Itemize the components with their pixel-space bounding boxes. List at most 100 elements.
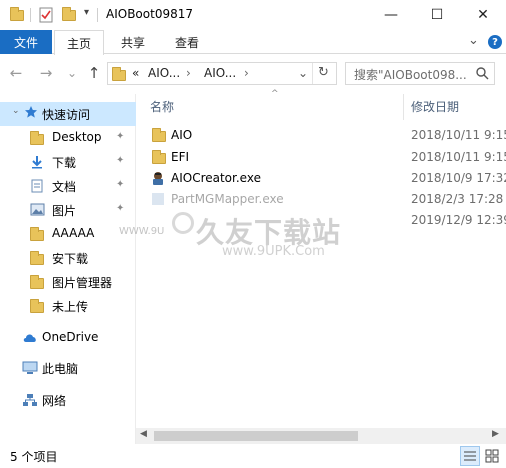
column-header-name[interactable]: 名称 xyxy=(150,98,174,115)
file-date: 2018/10/11 9:15 xyxy=(411,128,506,142)
breadcrumb-segment[interactable]: AIO... xyxy=(204,66,236,80)
chevron-down-icon[interactable]: ⌄ xyxy=(12,106,20,116)
title-separator xyxy=(97,8,98,22)
tab-share[interactable]: 共享 xyxy=(108,30,158,54)
sidebar-item-label: 此电脑 xyxy=(42,362,79,376)
column-separator[interactable] xyxy=(403,94,404,120)
address-bar[interactable]: « AIO... › AIO... › ⌄ ↻ xyxy=(107,62,337,85)
address-dropdown-icon[interactable]: ⌄ xyxy=(298,66,308,80)
new-folder-icon[interactable] xyxy=(62,7,78,23)
cloud-icon xyxy=(22,332,38,346)
folder-icon xyxy=(30,251,44,265)
document-icon xyxy=(30,179,44,196)
sidebar-item-quick-access[interactable]: ⌄ 快速访问 xyxy=(0,102,136,126)
sidebar-item-label: 图片管理器 xyxy=(52,276,113,290)
breadcrumb-separator[interactable]: › xyxy=(244,66,249,80)
exe-icon xyxy=(150,191,166,210)
folder-icon xyxy=(30,227,44,241)
file-name: AIOCreator.exe xyxy=(171,171,261,185)
maximize-button[interactable]: ☐ xyxy=(414,0,460,30)
title-bar: ▾ AIOBoot09817 — ☐ ✕ xyxy=(0,0,506,30)
recent-locations-button[interactable]: ⌄ xyxy=(62,63,82,83)
sidebar-item-onedrive[interactable]: OneDrive xyxy=(0,326,136,350)
tab-home[interactable]: 主页 xyxy=(54,30,104,55)
network-icon xyxy=(22,393,38,410)
sidebar-item-label: 网络 xyxy=(42,394,67,408)
sidebar-item-label: 图片 xyxy=(52,204,77,218)
download-icon xyxy=(30,155,44,172)
pin-icon[interactable]: ✦ xyxy=(116,131,124,142)
large-icons-view-button[interactable] xyxy=(482,446,502,466)
scroll-left-icon[interactable]: ◀ xyxy=(140,429,147,439)
expand-ribbon-icon[interactable]: ⌄ xyxy=(468,33,479,48)
picture-icon xyxy=(30,203,45,219)
folder-icon xyxy=(30,131,44,145)
pin-icon[interactable]: ✦ xyxy=(116,155,124,166)
back-button[interactable]: ← xyxy=(6,63,26,83)
address-divider xyxy=(312,63,313,84)
file-row[interactable]: AIO 2018/10/11 9:15 xyxy=(136,125,506,146)
sidebar-item-label: 未上传 xyxy=(52,300,89,314)
minimize-button[interactable]: — xyxy=(368,0,414,30)
file-name: PartMGMapper.exe xyxy=(171,192,284,206)
horizontal-scrollbar[interactable]: ◀ ▶ xyxy=(136,428,506,444)
file-row[interactable]: AIOCreator.exe 2018/10/9 17:32 xyxy=(136,168,506,189)
exe-icon xyxy=(150,170,166,189)
breadcrumb-separator[interactable]: › xyxy=(186,66,191,80)
file-row[interactable]: EFI 2018/10/11 9:15 xyxy=(136,147,506,168)
help-icon[interactable]: ? xyxy=(488,35,502,49)
sidebar-item-label: 快速访问 xyxy=(42,108,91,122)
folder-icon xyxy=(30,299,44,313)
column-header-modified[interactable]: 修改日期 xyxy=(411,98,459,115)
folder-icon xyxy=(30,275,44,289)
sidebar-item-documents[interactable]: 文档 ✦ xyxy=(0,174,136,198)
tab-view[interactable]: 查看 xyxy=(162,30,212,54)
search-icon[interactable] xyxy=(476,67,489,83)
up-button[interactable]: ↑ xyxy=(84,63,104,83)
file-date: 2018/10/11 9:15 xyxy=(411,150,506,164)
refresh-icon[interactable]: ↻ xyxy=(318,65,329,80)
close-button[interactable]: ✕ xyxy=(460,0,506,30)
tab-file[interactable]: 文件 xyxy=(0,30,52,54)
sidebar-item-picture-manager[interactable]: 图片管理器 xyxy=(0,270,136,294)
scroll-right-icon[interactable]: ▶ xyxy=(492,429,499,439)
folder-icon xyxy=(152,128,166,142)
search-box[interactable]: 搜索"AIOBoot098... xyxy=(345,62,495,85)
sidebar-item-label: 文档 xyxy=(52,180,77,194)
sidebar-item-label: 安下载 xyxy=(52,252,89,266)
title-separator xyxy=(30,8,31,22)
forward-button[interactable]: → xyxy=(36,63,56,83)
search-input[interactable]: 搜索"AIOBoot098... xyxy=(354,66,474,83)
sidebar-item-anxiazai[interactable]: 安下载 xyxy=(0,246,136,270)
sidebar-item-pictures[interactable]: 图片 ✦ xyxy=(0,198,136,222)
sidebar-item-label: AAAAA xyxy=(52,226,95,240)
sidebar-item-desktop[interactable]: Desktop ✦ xyxy=(0,126,136,150)
details-view-button[interactable] xyxy=(460,446,480,466)
window-title: AIOBoot09817 xyxy=(106,7,193,21)
sidebar-item-not-uploaded[interactable]: 未上传 xyxy=(0,294,136,318)
watermark-url: www.9UPK.Com xyxy=(222,244,325,259)
scrollbar-thumb[interactable] xyxy=(154,431,358,441)
item-count: 5 个项目 xyxy=(10,450,58,464)
sidebar-item-this-pc[interactable]: 此电脑 xyxy=(0,356,136,380)
star-icon xyxy=(24,105,38,122)
pin-icon[interactable]: ✦ xyxy=(116,203,124,214)
file-name: AIO xyxy=(171,128,193,142)
sidebar-item-downloads[interactable]: 下载 ✦ xyxy=(0,150,136,174)
folder-icon xyxy=(152,150,166,164)
sort-indicator-icon: ^ xyxy=(271,89,279,99)
sidebar-item-label: Desktop xyxy=(52,130,102,144)
sidebar-item-label: OneDrive xyxy=(42,330,99,344)
file-name: EFI xyxy=(171,150,190,164)
customize-toolbar-icon[interactable]: ▾ xyxy=(84,7,89,18)
watermark-text: WWW.9U xyxy=(119,226,165,237)
file-row[interactable]: PartMGMapper.exe 2018/2/3 17:28 xyxy=(136,189,506,210)
computer-icon xyxy=(22,361,38,378)
file-date: 2018/10/9 17:32 xyxy=(411,171,506,185)
pin-icon[interactable]: ✦ xyxy=(116,179,124,190)
properties-icon[interactable] xyxy=(38,7,54,23)
sidebar-item-aaaaa[interactable]: AAAAA xyxy=(0,222,136,246)
address-overflow[interactable]: « xyxy=(132,66,139,80)
sidebar-item-network[interactable]: 网络 xyxy=(0,388,136,412)
breadcrumb-segment[interactable]: AIO... xyxy=(148,66,180,80)
